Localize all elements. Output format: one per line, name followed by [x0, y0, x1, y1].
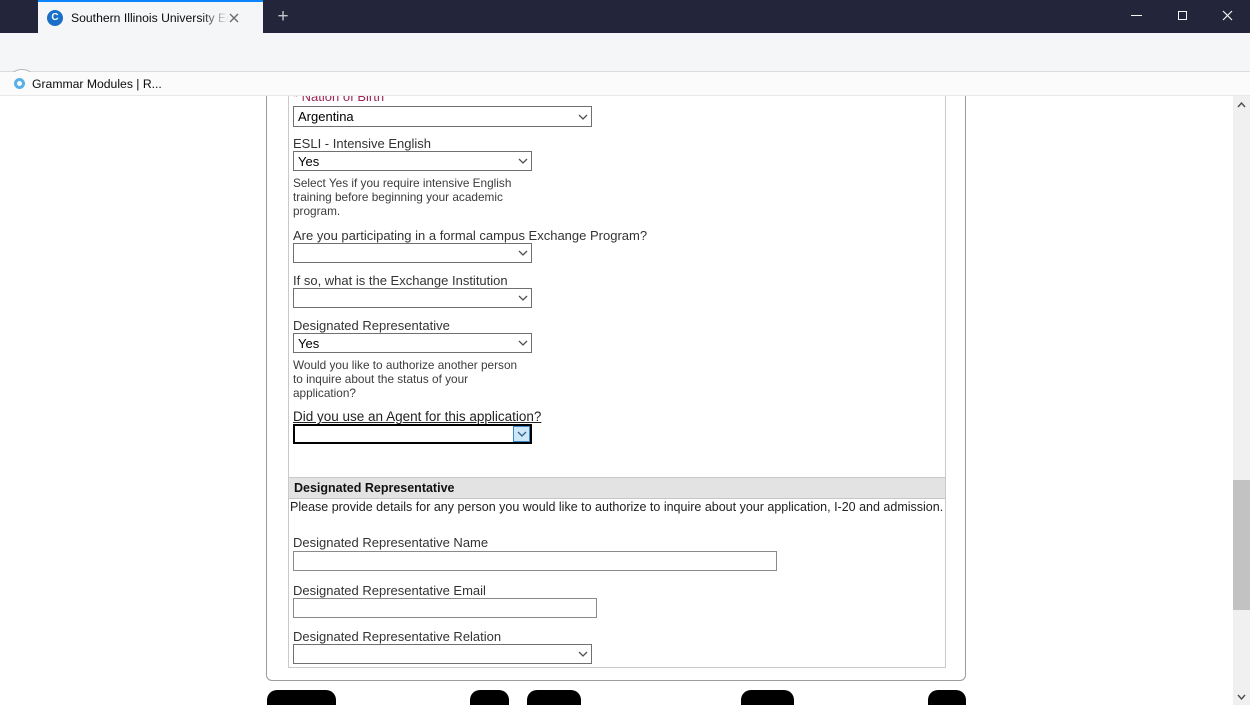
- rep-email-label: Designated Representative Email: [293, 583, 486, 598]
- form-nav-button-5[interactable]: [928, 690, 966, 705]
- designated-representative-help-text: Would you like to authorize another pers…: [293, 358, 517, 400]
- rep-help-line: to inquire about the status of your: [293, 372, 469, 386]
- bookmarks-bar: Grammar Modules | R...: [0, 72, 1250, 96]
- exchange-program-select[interactable]: [293, 243, 532, 263]
- section-intro-text: Please provide details for any person yo…: [290, 500, 944, 514]
- close-icon: [1222, 10, 1232, 20]
- minimize-icon: [1130, 14, 1142, 16]
- vertical-scrollbar[interactable]: [1233, 96, 1250, 705]
- nation-of-birth-select[interactable]: Argentina: [293, 106, 592, 127]
- scroll-up-icon: [1237, 101, 1246, 107]
- chevron-down-icon: [515, 158, 531, 164]
- tab-favicon-icon: C: [47, 9, 63, 26]
- chevron-down-icon: [515, 340, 531, 346]
- maximize-button[interactable]: [1159, 0, 1205, 30]
- agent-select[interactable]: [293, 424, 532, 444]
- rep-relation-label: Designated Representative Relation: [293, 629, 502, 644]
- navigation-toolbar: https://siue.radiusbycampusmgmt.com/ssc/…: [0, 33, 1250, 101]
- titlebar: C Southern Illinois University Edw +: [0, 0, 1250, 33]
- close-window-button[interactable]: [1204, 0, 1250, 30]
- form-nav-button-3[interactable]: [527, 690, 581, 705]
- bookmark-favicon-icon: [14, 78, 25, 89]
- nation-of-birth-label: * Nation of Birth: [293, 96, 385, 104]
- page-content: * Nation of Birth Argentina ESLI - Inten…: [0, 96, 1233, 705]
- designated-representative-value: Yes: [298, 335, 320, 351]
- form-nav-button-1[interactable]: [267, 690, 336, 705]
- rep-relation-select[interactable]: [293, 644, 592, 664]
- esli-value: Yes: [298, 153, 320, 169]
- rep-name-label: Designated Representative Name: [293, 535, 489, 550]
- designated-representative-label: Designated Representative: [293, 318, 450, 333]
- chevron-down-icon: [575, 114, 591, 120]
- new-tab-button[interactable]: +: [268, 0, 298, 33]
- section-header: Designated Representative: [289, 478, 945, 499]
- esli-help-line: program.: [293, 204, 341, 218]
- esli-help-line: training before beginning your academic: [293, 190, 503, 204]
- form-nav-button-4[interactable]: [741, 690, 794, 705]
- rep-help-line: Would you like to authorize another pers…: [293, 358, 518, 372]
- scroll-up-button[interactable]: [1233, 96, 1250, 113]
- tab-title: Southern Illinois University Edw: [71, 10, 229, 25]
- designated-representative-select[interactable]: Yes: [293, 333, 532, 353]
- chevron-down-icon[interactable]: [513, 426, 530, 442]
- rep-email-input[interactable]: [293, 598, 597, 618]
- esli-label: ESLI - Intensive English: [293, 136, 432, 151]
- minimize-button[interactable]: [1113, 0, 1159, 30]
- agent-question-label: Did you use an Agent for this applicatio…: [293, 409, 542, 424]
- esli-help-line: Select Yes if you require intensive Engl…: [293, 176, 512, 190]
- bookmark-item[interactable]: Grammar Modules | R...: [32, 77, 162, 91]
- scroll-down-button[interactable]: [1233, 688, 1250, 705]
- maximize-icon: [1177, 10, 1187, 20]
- chevron-down-icon: [515, 250, 531, 256]
- chevron-down-icon: [515, 295, 531, 301]
- esli-select[interactable]: Yes: [293, 151, 532, 171]
- rep-name-input[interactable]: [293, 551, 777, 571]
- browser-tab[interactable]: C Southern Illinois University Edw: [38, 0, 263, 33]
- form-nav-button-2[interactable]: [470, 690, 509, 705]
- tab-close-icon[interactable]: [229, 13, 239, 23]
- nation-of-birth-value: Argentina: [298, 109, 354, 124]
- rep-help-line: application?: [293, 386, 356, 400]
- exchange-institution-label: If so, what is the Exchange Institution: [293, 273, 508, 288]
- exchange-institution-select[interactable]: [293, 288, 532, 308]
- esli-help-text: Select Yes if you require intensive Engl…: [293, 176, 511, 218]
- exchange-program-label: Are you participating in a formal campus…: [293, 228, 648, 243]
- scroll-down-icon: [1237, 694, 1246, 700]
- scrollbar-thumb[interactable]: [1233, 480, 1250, 610]
- chevron-down-icon: [575, 651, 591, 657]
